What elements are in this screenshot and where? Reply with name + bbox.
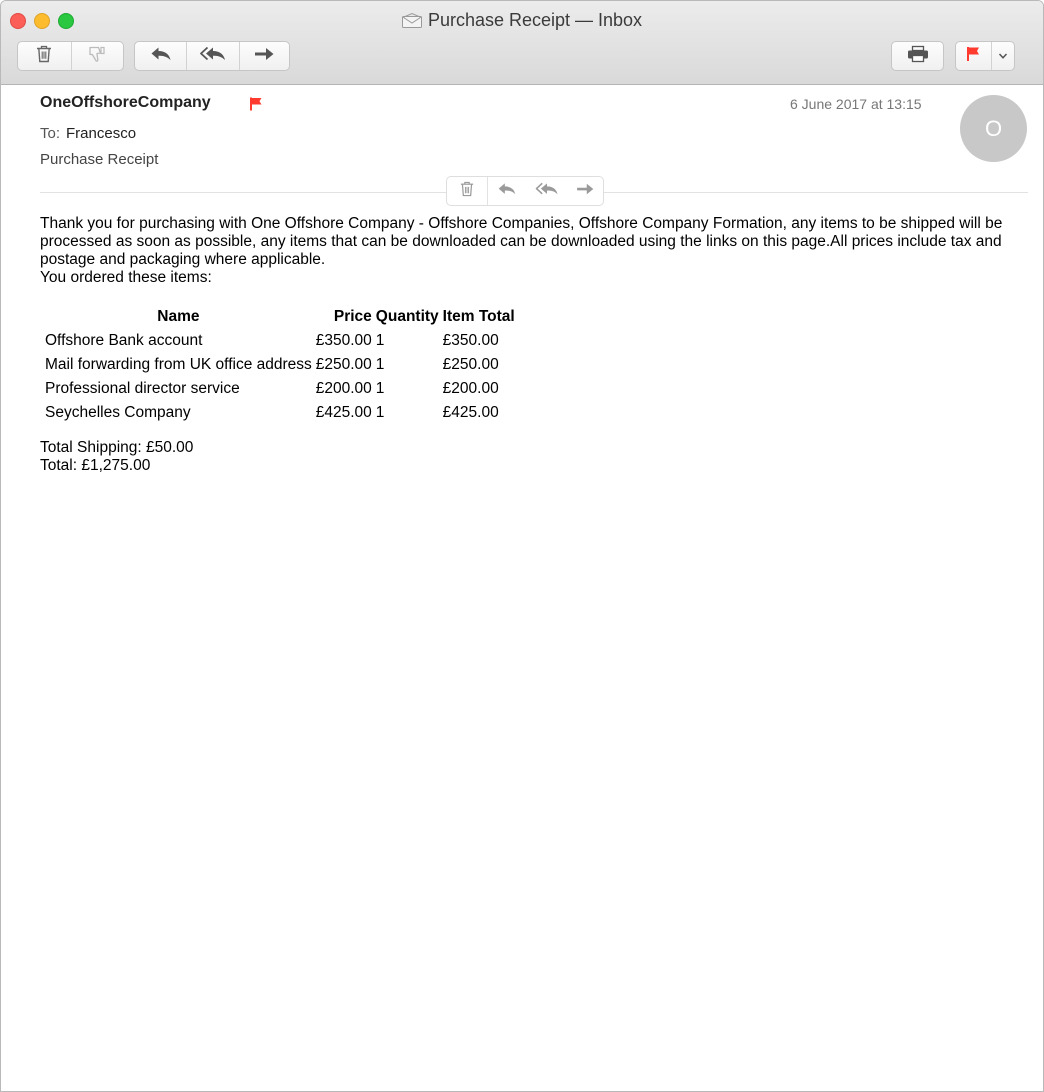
trash-icon — [460, 181, 474, 202]
reply-icon — [497, 182, 517, 201]
chevron-down-icon — [998, 47, 1008, 65]
reply-group — [134, 41, 290, 71]
forward-icon — [253, 46, 275, 67]
shipping-total: Total Shipping: £50.00 — [40, 439, 194, 456]
title-bar: Purchase Receipt — Inbox — [1, 1, 1043, 85]
recipient-name[interactable]: Francesco — [66, 125, 136, 142]
avatar: O — [960, 95, 1027, 162]
window-title: Purchase Receipt — Inbox — [427, 10, 643, 30]
recipient-line: To: Francesco — [40, 125, 136, 142]
item-price: £200.00 — [315, 379, 372, 397]
table-row: Seychelles Company £425.00 1 £425.00 — [44, 402, 516, 423]
column-header-name: Name — [157, 308, 200, 325]
reply-all-icon — [535, 182, 559, 201]
reply-icon — [150, 46, 172, 67]
table-row: Professional director service £200.00 1 … — [44, 378, 516, 399]
item-quantity: 1 — [375, 379, 385, 397]
column-header-item-total: Item Total — [442, 308, 515, 325]
flag-icon — [966, 46, 982, 67]
item-total: £250.00 — [442, 355, 499, 373]
table-row: Mail forwarding from UK office address £… — [44, 354, 516, 375]
item-quantity: 1 — [375, 355, 385, 373]
flagged-icon — [249, 97, 263, 116]
table-header-row: Name Price Quantity Item Total — [44, 307, 516, 327]
message-body: Thank you for purchasing with One Offsho… — [40, 215, 1020, 475]
item-name: Mail forwarding from UK office address — [45, 355, 312, 373]
print-icon — [907, 45, 929, 68]
to-label: To: — [40, 125, 61, 142]
item-name: Professional director service — [45, 379, 240, 397]
item-name: Offshore Bank account — [45, 331, 203, 349]
intro-paragraph: Thank you for purchasing with One Offsho… — [40, 215, 1003, 268]
table-row: Offshore Bank account £350.00 1 £350.00 — [44, 330, 516, 351]
item-quantity: 1 — [375, 331, 385, 349]
junk-button[interactable] — [72, 42, 124, 70]
item-price: £350.00 — [315, 331, 372, 349]
junk-icon — [88, 45, 106, 68]
flag-button[interactable] — [956, 42, 993, 70]
inline-forward-button[interactable] — [568, 177, 602, 205]
flag-group — [955, 41, 1015, 71]
reply-button[interactable] — [135, 42, 188, 70]
inline-action-bar — [446, 176, 604, 206]
reply-all-button[interactable] — [187, 42, 240, 70]
forward-button[interactable] — [240, 42, 289, 70]
forward-icon — [575, 182, 595, 201]
reply-all-icon — [200, 46, 226, 67]
print-group — [891, 41, 944, 71]
column-header-quantity: Quantity — [375, 308, 439, 325]
items-table: Name Price Quantity Item Total Offshore … — [42, 304, 518, 426]
grand-total: Total: £1,275.00 — [40, 457, 151, 474]
order-totals: Total Shipping: £50.00 Total: £1,275.00 — [40, 439, 1020, 475]
item-name: Seychelles Company — [45, 403, 191, 421]
inline-reply-button[interactable] — [488, 177, 526, 205]
window-title-container: Purchase Receipt — Inbox — [1, 10, 1043, 33]
ordered-heading: You ordered these items: — [40, 269, 212, 286]
item-quantity: 1 — [375, 403, 385, 421]
message-date: 6 June 2017 at 13:15 — [790, 96, 922, 112]
flag-menu-button[interactable] — [992, 42, 1014, 70]
inline-delete-button[interactable] — [447, 177, 488, 205]
trash-icon — [36, 45, 52, 68]
column-header-price: Price — [333, 308, 372, 325]
avatar-initial: O — [984, 115, 1003, 141]
mail-window: Purchase Receipt — Inbox OneOffshoreComp… — [0, 0, 1044, 1092]
delete-junk-group — [17, 41, 124, 71]
sender-name[interactable]: OneOffshoreCompany — [40, 94, 211, 112]
envelope-icon — [401, 12, 422, 33]
item-total: £200.00 — [442, 379, 499, 397]
item-price: £250.00 — [315, 355, 372, 373]
inline-reply-all-button[interactable] — [526, 177, 568, 205]
message-subject: Purchase Receipt — [40, 151, 159, 168]
item-price: £425.00 — [315, 403, 372, 421]
delete-button[interactable] — [18, 42, 72, 70]
print-button[interactable] — [892, 42, 943, 70]
item-total: £425.00 — [442, 403, 499, 421]
item-total: £350.00 — [442, 331, 499, 349]
